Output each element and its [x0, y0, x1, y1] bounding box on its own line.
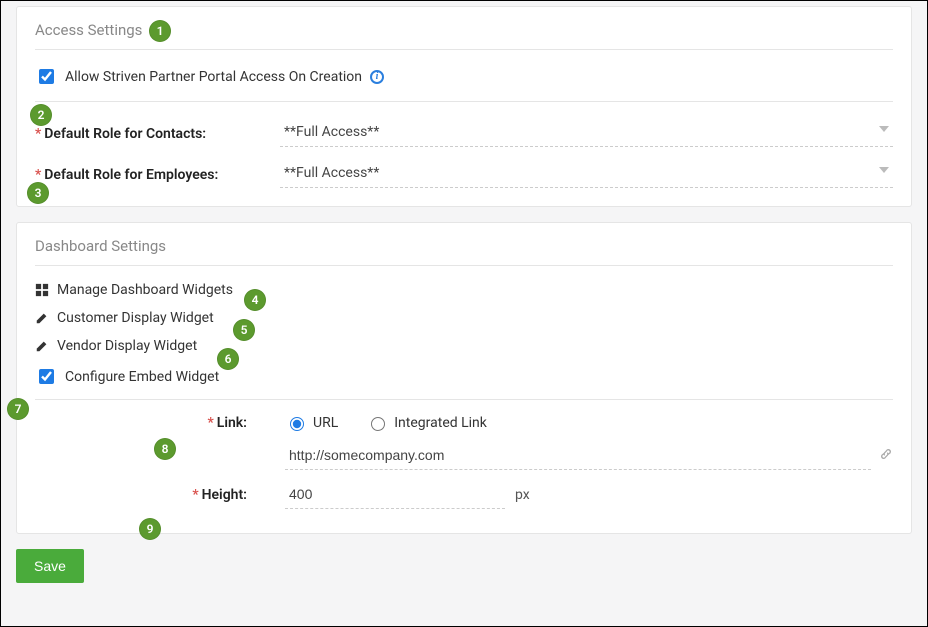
edit-icon: [35, 311, 49, 325]
info-icon[interactable]: i: [370, 70, 384, 84]
allow-access-row: Allow Striven Partner Portal Access On C…: [35, 66, 893, 102]
contacts-role-label: *Default Role for Contacts:: [35, 126, 280, 142]
customer-widget-link[interactable]: Customer Display Widget: [35, 310, 893, 326]
height-unit: px: [515, 487, 530, 503]
link-label: *Link:: [45, 415, 265, 431]
allow-access-checkbox[interactable]: [39, 69, 54, 84]
contacts-role-select[interactable]: **Full Access**: [280, 120, 893, 147]
link-row: *Link: URL Integrated Link: [45, 414, 893, 431]
configure-embed-label: Configure Embed Widget: [65, 369, 219, 385]
link-input-row: [45, 441, 893, 470]
allow-access-label: Allow Striven Partner Portal Access On C…: [65, 69, 362, 85]
contacts-role-row: *Default Role for Contacts: **Full Acces…: [35, 120, 893, 147]
settings-page: Access Settings Allow Striven Partner Po…: [0, 0, 928, 627]
height-row: *Height: px: [45, 480, 893, 509]
access-settings-panel: Access Settings Allow Striven Partner Po…: [16, 6, 912, 207]
chevron-down-icon: [879, 126, 889, 132]
manage-widgets-link[interactable]: Manage Dashboard Widgets: [35, 282, 893, 298]
link-type-group: URL Integrated Link: [285, 414, 487, 431]
employees-role-row: *Default Role for Employees: **Full Acce…: [35, 161, 893, 188]
dashboard-settings-title: Dashboard Settings: [35, 233, 893, 266]
chevron-down-icon: [879, 167, 889, 173]
configure-embed-row: Configure Embed Widget: [35, 366, 893, 400]
height-input[interactable]: [285, 480, 505, 509]
dashboard-settings-panel: Dashboard Settings Manage Dashboard Widg…: [16, 222, 912, 534]
radio-url[interactable]: URL: [285, 414, 338, 431]
radio-integrated[interactable]: Integrated Link: [366, 414, 487, 431]
employees-role-select[interactable]: **Full Access**: [280, 161, 893, 188]
employees-role-label: *Default Role for Employees:: [35, 167, 280, 183]
height-label: *Height:: [45, 487, 265, 503]
link-icon[interactable]: [879, 447, 893, 465]
save-button[interactable]: Save: [16, 549, 84, 583]
access-settings-title: Access Settings: [35, 17, 893, 50]
vendor-widget-link[interactable]: Vendor Display Widget: [35, 338, 893, 354]
grid-icon: [35, 283, 49, 297]
embed-subform: *Link: URL Integrated Link *Height: px: [35, 414, 893, 509]
configure-embed-checkbox[interactable]: [39, 369, 54, 384]
link-input[interactable]: [285, 441, 871, 470]
edit-icon: [35, 339, 49, 353]
